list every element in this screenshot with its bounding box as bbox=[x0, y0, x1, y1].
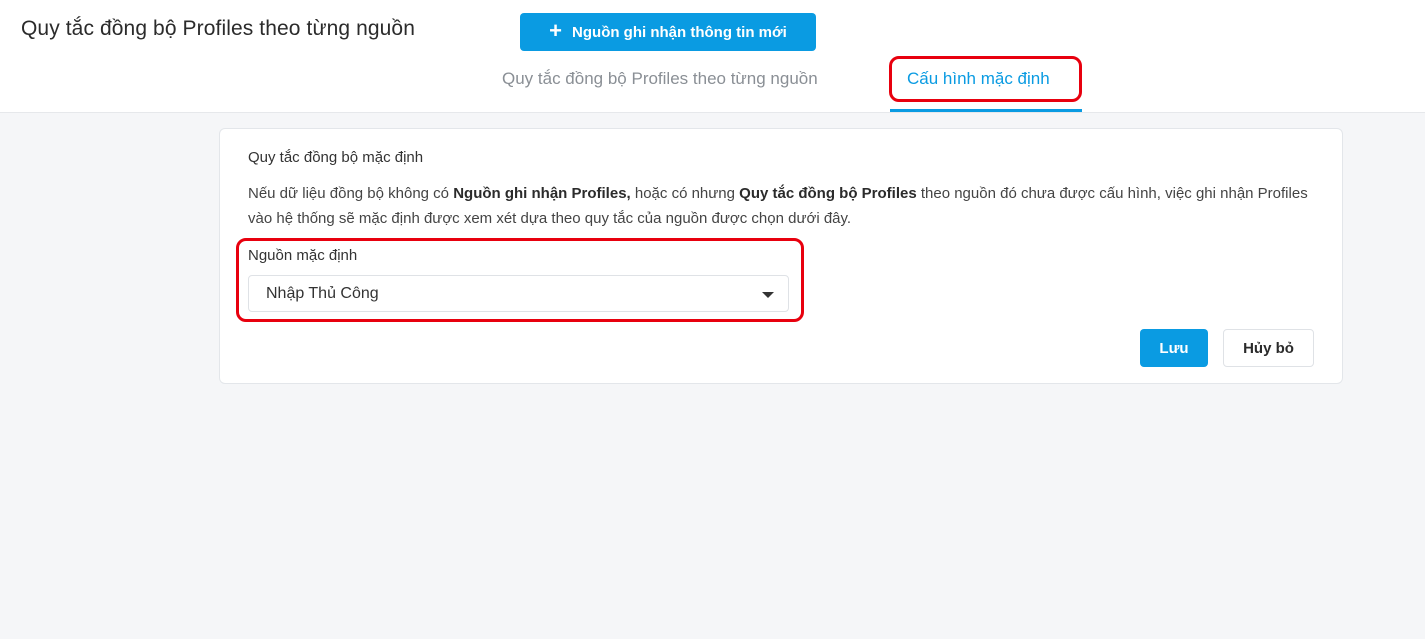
tab-source-rules[interactable]: Quy tắc đồng bộ Profiles theo từng nguồn bbox=[502, 69, 818, 89]
description-text-1: Nếu dữ liệu đồng bộ không có bbox=[248, 185, 454, 202]
cancel-button[interactable]: Hủy bỏ bbox=[1223, 329, 1314, 367]
description-text-2: hoặc có nhưng bbox=[630, 185, 740, 202]
tab-bar: Quy tắc đồng bộ Profiles theo từng nguồn… bbox=[0, 56, 1425, 113]
card-title: Quy tắc đồng bộ mặc định bbox=[248, 149, 424, 166]
caret-down-icon bbox=[762, 292, 774, 298]
page-header: Quy tắc đồng bộ Profiles theo từng nguồn… bbox=[0, 0, 1425, 113]
default-rule-card: Quy tắc đồng bộ mặc định Nếu dữ liệu đồn… bbox=[219, 128, 1343, 384]
save-button[interactable]: Lưu bbox=[1140, 329, 1208, 367]
default-source-select[interactable]: Nhập Thủ Công bbox=[248, 275, 789, 312]
new-source-button-label: Nguồn ghi nhận thông tin mới bbox=[572, 23, 787, 41]
description-bold-2: Quy tắc đồng bộ Profiles bbox=[739, 185, 917, 202]
tab-default-config[interactable]: Cấu hình mặc định bbox=[907, 69, 1050, 89]
default-source-value: Nhập Thủ Công bbox=[266, 285, 379, 302]
active-tab-indicator bbox=[890, 109, 1082, 112]
description-bold-1: Nguồn ghi nhận Profiles, bbox=[453, 185, 631, 202]
page-title: Quy tắc đồng bộ Profiles theo từng nguồn bbox=[21, 17, 415, 40]
new-source-button[interactable]: + Nguồn ghi nhận thông tin mới bbox=[520, 13, 816, 51]
plus-icon: + bbox=[549, 18, 563, 43]
card-description: Nếu dữ liệu đồng bộ không có Nguồn ghi n… bbox=[248, 181, 1318, 231]
default-source-label: Nguồn mặc định bbox=[248, 247, 358, 264]
